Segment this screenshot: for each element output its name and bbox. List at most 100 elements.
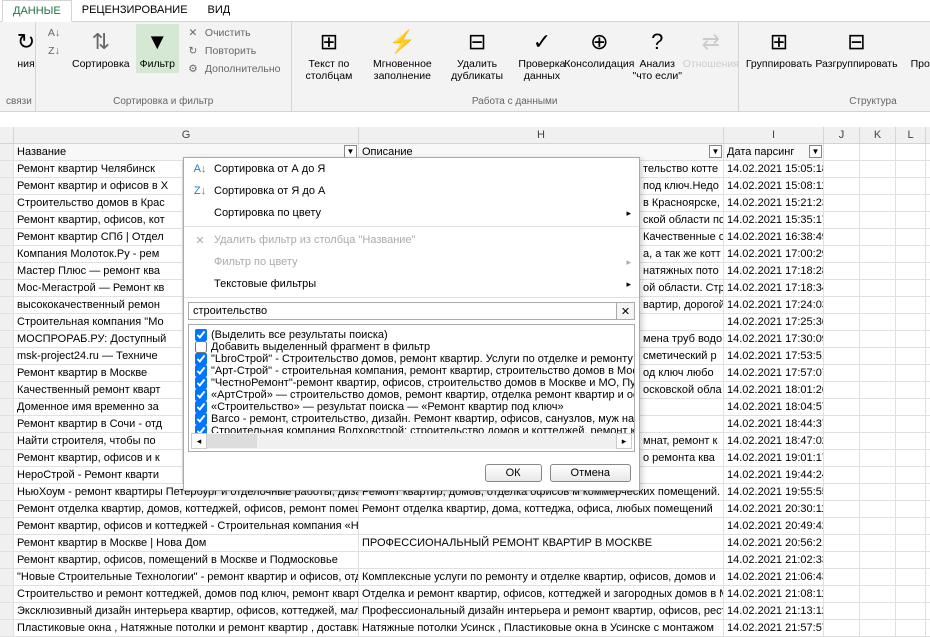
cell-title[interactable]: Качественный ремонт кварт: [14, 382, 183, 398]
cell-description[interactable]: мнат, ремонт к: [640, 433, 724, 449]
cell-empty[interactable]: [860, 365, 896, 381]
row-header[interactable]: [0, 195, 14, 211]
row-header[interactable]: [0, 518, 14, 534]
cell-date[interactable]: 14.02.2021 20:49:42: [724, 518, 824, 534]
cell-empty[interactable]: [896, 518, 926, 534]
cell-empty[interactable]: [860, 552, 896, 568]
cell-title[interactable]: Компания Молоток.Ру - рем: [14, 246, 183, 262]
cell-date[interactable]: 14.02.2021 19:01:17: [724, 450, 824, 466]
cell-empty[interactable]: [860, 416, 896, 432]
cell-empty[interactable]: [860, 161, 896, 177]
checkbox[interactable]: [195, 413, 207, 425]
horizontal-scrollbar[interactable]: ◂ ▸: [191, 433, 632, 449]
cell-empty[interactable]: [896, 569, 926, 585]
cell-date[interactable]: 14.02.2021 18:47:02: [724, 433, 824, 449]
row-header[interactable]: [0, 416, 14, 432]
add-to-filter-item[interactable]: Добавить выделенный фрагмент в фильтр: [193, 341, 630, 353]
cancel-button[interactable]: Отмена: [550, 464, 631, 482]
cell-date[interactable]: 14.02.2021 17:18:34: [724, 280, 824, 296]
cell-empty[interactable]: [860, 178, 896, 194]
cell-empty[interactable]: [824, 331, 860, 347]
row-header[interactable]: [0, 535, 14, 551]
cell-empty[interactable]: [896, 331, 926, 347]
cell-title[interactable]: Ремонт квартир, офисов, кот: [14, 212, 183, 228]
filter-value-item[interactable]: «АртСтрой» — строительство домов, ремонт…: [193, 389, 630, 401]
cell-empty[interactable]: [860, 586, 896, 602]
cell-title[interactable]: msk-project24.ru — Техниче: [14, 348, 183, 364]
group-button[interactable]: ⊞Группировать: [745, 24, 813, 73]
cell-empty[interactable]: [860, 314, 896, 330]
row-header[interactable]: [0, 399, 14, 415]
row-header[interactable]: [0, 501, 14, 517]
cell-title[interactable]: Ремонт квартир СПб | Отдел: [14, 229, 183, 245]
cell-date[interactable]: 14.02.2021 17:25:36: [724, 314, 824, 330]
row-header[interactable]: [0, 348, 14, 364]
ribbon-tab-review[interactable]: РЕЦЕНЗИРОВАНИЕ: [72, 0, 198, 21]
checkbox[interactable]: [195, 341, 207, 353]
cell-empty[interactable]: [896, 195, 926, 211]
cell-empty[interactable]: [896, 433, 926, 449]
row-header[interactable]: [0, 552, 14, 568]
cell-date[interactable]: 14.02.2021 21:02:33: [724, 552, 824, 568]
cell-description[interactable]: Профессиональный дизайн интерьера и ремо…: [359, 603, 724, 619]
cell-description[interactable]: [359, 552, 724, 568]
filter-value-item[interactable]: "Арт-Строй" - строительная компания, рем…: [193, 365, 630, 377]
row-header[interactable]: [0, 620, 14, 636]
col-header-k[interactable]: K: [860, 127, 896, 143]
cell-empty[interactable]: [824, 484, 860, 500]
cell-empty[interactable]: [896, 161, 926, 177]
cell-empty[interactable]: [896, 603, 926, 619]
cell-empty[interactable]: [860, 331, 896, 347]
cell-empty[interactable]: [860, 144, 896, 160]
clear-search-button[interactable]: ✕: [617, 302, 635, 320]
relationships-button[interactable]: ⇄Отношения: [690, 24, 732, 73]
cell-empty[interactable]: [824, 620, 860, 636]
cell-empty[interactable]: [860, 399, 896, 415]
data-validation-button[interactable]: ✓Проверка данных: [512, 24, 572, 84]
cell-empty[interactable]: [824, 535, 860, 551]
text-filters-item[interactable]: Текстовые фильтры▸: [184, 273, 639, 295]
cell-empty[interactable]: [824, 212, 860, 228]
cell-description[interactable]: ПРОФЕССИОНАЛЬНЫЙ РЕМОНТ КВАРТИР В МОСКВЕ: [359, 535, 724, 551]
cell-date[interactable]: 14.02.2021 20:30:11: [724, 501, 824, 517]
cell-empty[interactable]: [824, 195, 860, 211]
cell-date[interactable]: 14.02.2021 15:35:17: [724, 212, 824, 228]
cell-empty[interactable]: [896, 297, 926, 313]
cell-date[interactable]: 14.02.2021 15:21:23: [724, 195, 824, 211]
cell-date[interactable]: 14.02.2021 17:57:07: [724, 365, 824, 381]
cell-title[interactable]: Ремонт отделка квартир, домов, коттеджей…: [14, 501, 359, 517]
filter-dropdown-h[interactable]: ▼: [709, 145, 722, 158]
cell-description[interactable]: Отделка и ремонт квартир, офисов, коттед…: [359, 586, 724, 602]
cell-empty[interactable]: [896, 552, 926, 568]
cell-empty[interactable]: [896, 144, 926, 160]
cell-description[interactable]: вартир, дорогой: [640, 297, 724, 313]
cell-title[interactable]: Строительство домов в Крас: [14, 195, 183, 211]
cell-title[interactable]: Доменное имя временно за: [14, 399, 183, 415]
cell-empty[interactable]: [860, 484, 896, 500]
row-header[interactable]: [0, 433, 14, 449]
sort-za-small[interactable]: Z↓: [42, 42, 66, 60]
ungroup-button[interactable]: ⊟Разгруппировать: [815, 24, 898, 73]
cell-title[interactable]: Ремонт квартир Челябинск: [14, 161, 183, 177]
sort-descending-item[interactable]: Z↓Сортировка от Я до А: [184, 180, 639, 202]
cell-description[interactable]: [640, 314, 724, 330]
text-to-columns-button[interactable]: ⊞Текст по столбцам: [298, 24, 361, 84]
ribbon-tab-data[interactable]: ДАННЫЕ: [2, 0, 72, 22]
cell-empty[interactable]: [860, 382, 896, 398]
cell-empty[interactable]: [824, 433, 860, 449]
cell-empty[interactable]: [896, 178, 926, 194]
cell-empty[interactable]: [896, 399, 926, 415]
row-header[interactable]: [0, 569, 14, 585]
row-header[interactable]: [0, 331, 14, 347]
cell-description[interactable]: сметический р: [640, 348, 724, 364]
cell-description[interactable]: ской области пс: [640, 212, 724, 228]
cell-description[interactable]: Качественные о: [640, 229, 724, 245]
cell-empty[interactable]: [896, 501, 926, 517]
cell-date[interactable]: 14.02.2021 21:06:43: [724, 569, 824, 585]
cell-description[interactable]: под ключ.Недо: [640, 178, 724, 194]
cell-empty[interactable]: [896, 348, 926, 364]
checkbox[interactable]: [195, 401, 207, 413]
checkbox[interactable]: [195, 329, 207, 341]
cell-empty[interactable]: [824, 467, 860, 483]
scroll-right-button[interactable]: ▸: [616, 433, 632, 449]
